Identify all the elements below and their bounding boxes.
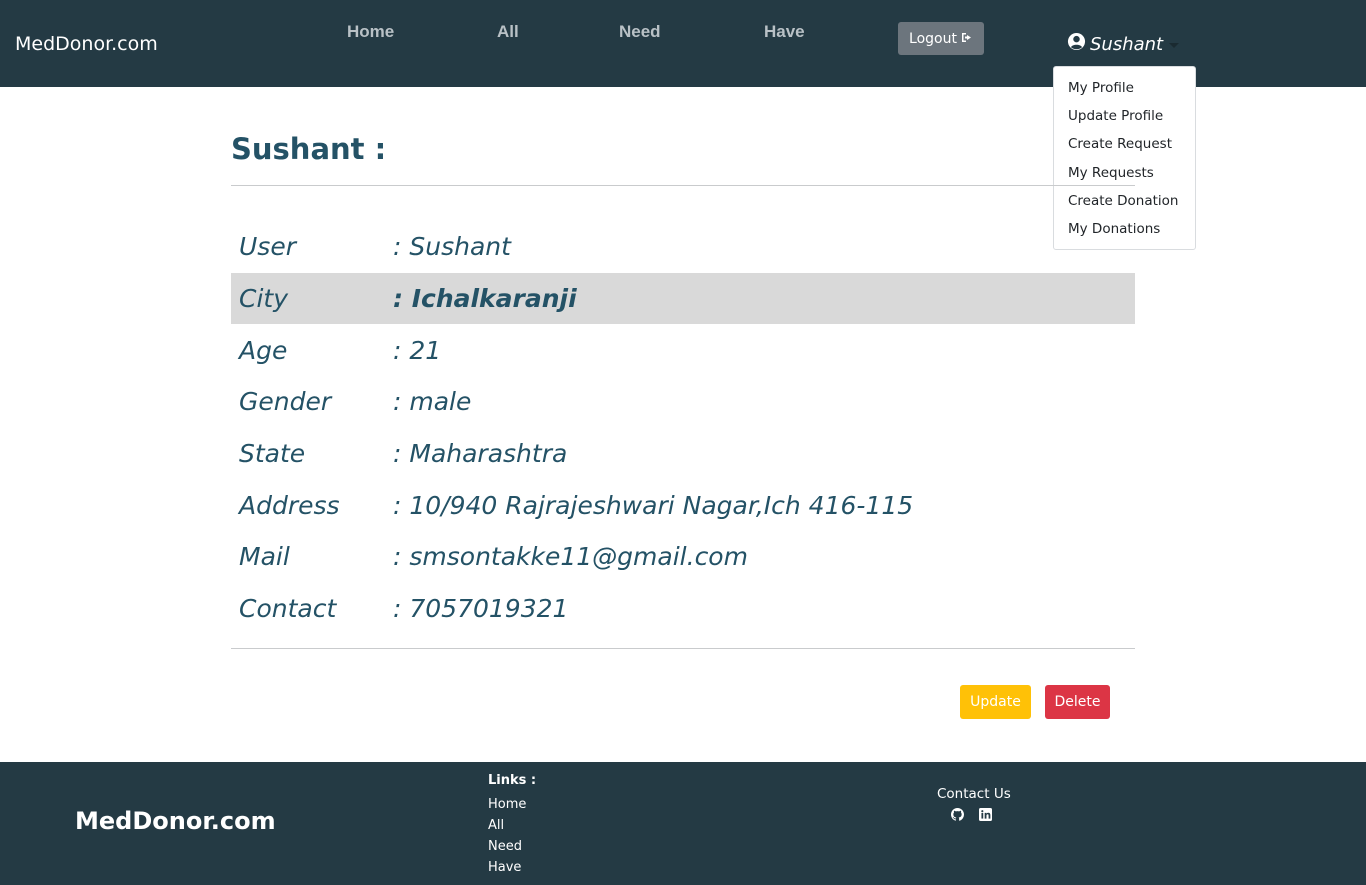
row-value: : male <box>393 387 472 417</box>
footer-links: Links : Home All Need Have <box>488 773 536 878</box>
update-button[interactable]: Update <box>960 685 1031 719</box>
row-value: : smsontakke11@gmail.com <box>393 542 748 572</box>
row-value: : 21 <box>393 335 442 365</box>
profile-row-age: Age : 21 <box>231 324 1135 376</box>
divider-bottom <box>231 648 1135 649</box>
footer-link-have[interactable]: Have <box>488 857 536 878</box>
row-label: Mail <box>239 542 290 572</box>
social-links <box>950 807 992 821</box>
nav-link-need[interactable]: Need <box>619 22 661 42</box>
row-value: : 7057019321 <box>393 594 569 624</box>
user-menu-toggle[interactable]: Sushant <box>1067 32 1180 56</box>
logout-label: Logout <box>909 30 957 47</box>
dropdown-item-my-profile[interactable]: My Profile <box>1054 78 1195 106</box>
row-value: : Ichalkaranji <box>393 284 577 314</box>
dropdown-item-create-donation[interactable]: Create Donation <box>1054 191 1195 219</box>
user-circle-icon <box>1067 32 1086 56</box>
footer-links-title: Links : <box>488 773 537 788</box>
footer-brand: MedDonor.com <box>75 807 276 835</box>
sign-out-icon <box>961 31 973 47</box>
footer-link-need[interactable]: Need <box>488 836 536 857</box>
row-label: Gender <box>239 387 332 417</box>
footer-link-all[interactable]: All <box>488 815 536 836</box>
row-value: : 10/940 Rajrajeshwari Nagar,Ich 416-115 <box>393 490 914 520</box>
row-label: City <box>239 284 288 314</box>
dropdown-item-create-request[interactable]: Create Request <box>1054 134 1195 162</box>
dropdown-item-update-profile[interactable]: Update Profile <box>1054 106 1195 134</box>
profile-row-contact: Contact : 7057019321 <box>231 583 1135 635</box>
row-value: : Maharashtra <box>393 439 568 469</box>
page-footer: MedDonor.com Links : Home All Need Have … <box>0 762 1366 885</box>
profile-row-user: User : Sushant <box>231 221 1135 273</box>
nav-link-all[interactable]: All <box>497 22 519 42</box>
row-label: Age <box>239 335 288 365</box>
brand-link[interactable]: MedDonor.com <box>15 33 158 55</box>
profile-row-mail: Mail : smsontakke11@gmail.com <box>231 531 1135 583</box>
footer-link-home[interactable]: Home <box>488 794 536 815</box>
page-title: Sushant : <box>231 132 387 166</box>
row-label: Address <box>239 490 340 520</box>
profile-row-gender: Gender : male <box>231 376 1135 428</box>
logout-button[interactable]: Logout <box>898 22 984 55</box>
nav-link-have[interactable]: Have <box>764 22 805 42</box>
row-label: Contact <box>239 594 337 624</box>
row-label: User <box>239 232 296 262</box>
dropdown-item-my-requests[interactable]: My Requests <box>1054 163 1195 191</box>
profile-details-table: User : Sushant City : Ichalkaranji Age :… <box>231 221 1135 635</box>
profile-row-state: State : Maharashtra <box>231 428 1135 480</box>
footer-contact-title: Contact Us <box>937 786 1011 802</box>
nav-link-home[interactable]: Home <box>347 22 394 42</box>
profile-row-address: Address : 10/940 Rajrajeshwari Nagar,Ich… <box>231 479 1135 531</box>
linkedin-icon[interactable] <box>978 807 992 821</box>
github-icon[interactable] <box>950 807 964 821</box>
row-value: : Sushant <box>393 232 511 262</box>
divider-top <box>231 185 1135 186</box>
row-label: State <box>239 439 306 469</box>
user-name: Sushant <box>1090 33 1164 55</box>
delete-button[interactable]: Delete <box>1045 685 1110 719</box>
profile-row-city: City : Ichalkaranji <box>231 272 1135 325</box>
caret-down-icon <box>1169 42 1180 48</box>
